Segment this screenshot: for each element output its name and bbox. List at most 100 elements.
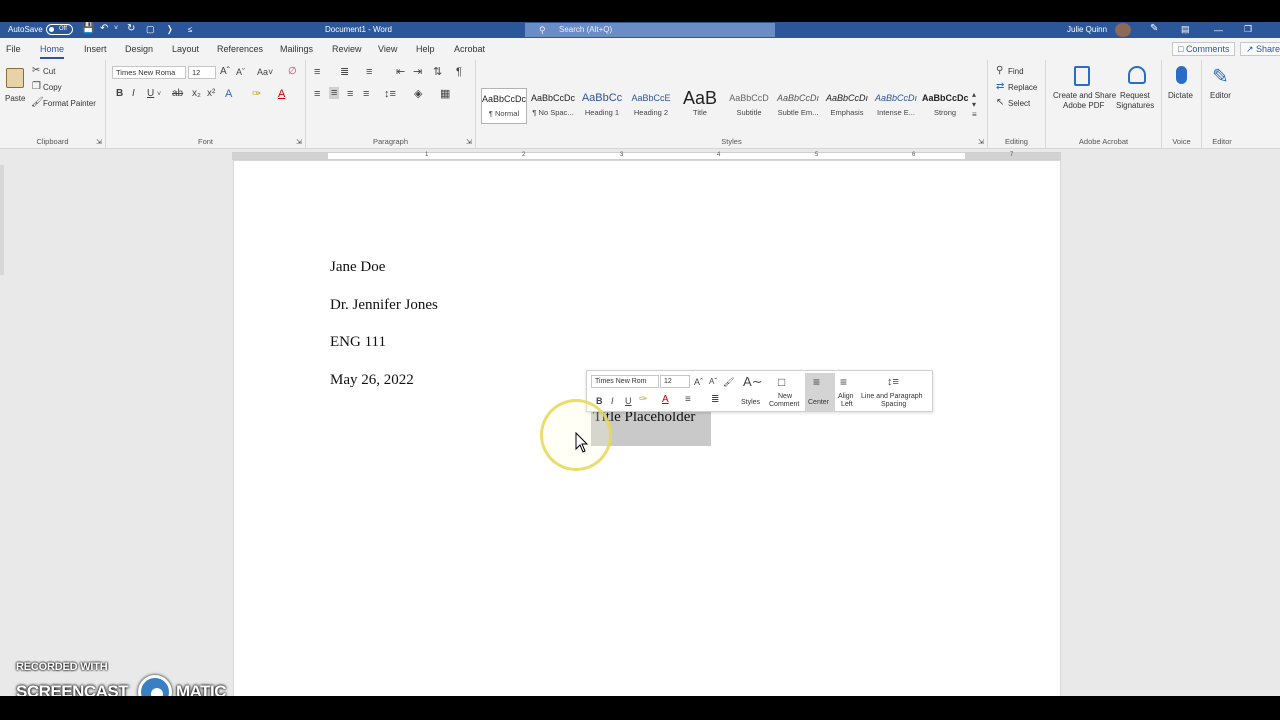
mini-italic-icon[interactable]: I: [611, 395, 614, 407]
horizontal-ruler[interactable]: 1 2 3 4 5 6 7: [232, 152, 1061, 160]
font-color-icon[interactable]: A: [278, 88, 285, 100]
find-button[interactable]: Find: [1008, 67, 1024, 76]
highlight-icon[interactable]: ✑: [252, 88, 261, 100]
text-effects-icon[interactable]: A: [225, 88, 232, 100]
copy-icon[interactable]: ❐: [32, 81, 41, 93]
align-left-icon[interactable]: ≡: [314, 88, 320, 100]
style-strong[interactable]: AaBbCcDc Strong: [922, 88, 968, 124]
minimize-icon[interactable]: —: [1214, 25, 1223, 35]
styles-dialog-launcher-icon[interactable]: ⇲: [978, 137, 984, 149]
mini-format-painter-icon[interactable]: 🖌: [723, 376, 734, 388]
subscript-icon[interactable]: x₂: [192, 88, 201, 100]
font-name-select[interactable]: Times New Roma: [112, 66, 186, 79]
grow-font-icon[interactable]: Aˆ: [220, 66, 230, 78]
document-page[interactable]: Jane Doe Dr. Jennifer Jones ENG 111 May …: [233, 160, 1061, 696]
undo-dropdown-icon[interactable]: ˅: [114, 25, 118, 32]
tab-references[interactable]: References: [217, 44, 263, 54]
comments-button[interactable]: □ Comments: [1172, 42, 1236, 56]
undo-icon[interactable]: ↶: [100, 23, 108, 34]
copy-button[interactable]: Copy: [43, 83, 62, 92]
tab-review[interactable]: Review: [332, 44, 362, 54]
style-emphasis[interactable]: AaBbCcDı Emphasis: [824, 88, 870, 124]
font-size-select[interactable]: 12: [188, 66, 216, 79]
request-signatures-button[interactable]: Request Signatures: [1116, 62, 1158, 112]
tab-file[interactable]: File: [6, 44, 21, 54]
redo-icon[interactable]: ↻: [127, 23, 135, 34]
font-dialog-launcher-icon[interactable]: ⇲: [296, 137, 302, 149]
touch-mode-icon[interactable]: ▢: [146, 24, 155, 35]
ribbon-display-icon[interactable]: ▤: [1181, 24, 1190, 35]
dialog-launcher-icon[interactable]: ⇲: [96, 137, 102, 149]
line-spacing-icon[interactable]: ↕≡: [384, 88, 396, 100]
cut-icon[interactable]: ✂: [32, 65, 40, 77]
show-formatting-icon[interactable]: ¶: [456, 66, 462, 78]
select-button[interactable]: Select: [1008, 99, 1030, 108]
tab-view[interactable]: View: [378, 44, 397, 54]
course-line[interactable]: ENG 111: [330, 334, 386, 351]
style-no-spacing[interactable]: AaBbCcDc ¶ No Spac...: [530, 88, 576, 124]
style-heading-1[interactable]: AaBbCc Heading 1: [579, 88, 625, 124]
bold-icon[interactable]: B: [116, 88, 123, 100]
mini-shrink-font-icon[interactable]: Aˇ: [709, 376, 717, 388]
style-heading-2[interactable]: AaBbCcE Heading 2: [628, 88, 674, 124]
italic-icon[interactable]: I: [132, 88, 135, 100]
dictate-button[interactable]: Dictate: [1164, 62, 1200, 112]
mini-underline-icon[interactable]: U: [625, 395, 632, 407]
date-line[interactable]: May 26, 2022: [330, 372, 414, 389]
instructor-name-line[interactable]: Dr. Jennifer Jones: [330, 297, 438, 314]
format-painter-button[interactable]: Format Painter: [43, 99, 96, 108]
tab-design[interactable]: Design: [125, 44, 153, 54]
borders-icon[interactable]: ▦: [440, 88, 450, 100]
tab-acrobat[interactable]: Acrobat: [454, 44, 485, 54]
mini-font-select[interactable]: Times New Rom: [591, 375, 659, 388]
change-case-icon[interactable]: Aa˅: [257, 66, 273, 78]
paragraph-dialog-launcher-icon[interactable]: ⇲: [466, 137, 472, 149]
bullets-icon[interactable]: ≡: [314, 66, 320, 78]
numbering-icon[interactable]: ≣: [340, 66, 349, 78]
multilevel-list-icon[interactable]: ≡: [366, 66, 372, 78]
decrease-indent-icon[interactable]: ⇤: [396, 66, 405, 78]
style-normal[interactable]: AaBbCcDc ¶ Normal: [481, 88, 527, 124]
student-name-line[interactable]: Jane Doe: [330, 259, 385, 276]
tab-help[interactable]: Help: [416, 44, 435, 54]
center-button[interactable]: ≡ Center: [805, 373, 835, 411]
mini-styles-button[interactable]: A∼ Styles: [737, 373, 767, 411]
underline-icon[interactable]: U: [147, 88, 154, 100]
line-paragraph-spacing-button[interactable]: ↕≡ Line and Paragraph Spacing: [861, 373, 931, 411]
justify-icon[interactable]: ≡: [363, 88, 369, 100]
pen-icon[interactable]: ✎: [1150, 23, 1158, 34]
align-center-icon[interactable]: ≡: [329, 87, 340, 99]
styles-scroll-icon[interactable]: ▴ ▾ ≡: [972, 90, 977, 120]
mini-font-color-icon[interactable]: A: [662, 394, 669, 406]
shading-icon[interactable]: ◈: [414, 88, 422, 100]
strikethrough-icon[interactable]: ab: [172, 88, 183, 100]
style-subtitle[interactable]: AaBbCcD Subtitle: [726, 88, 772, 124]
mini-bullets-icon[interactable]: ≡: [685, 394, 691, 406]
tab-insert[interactable]: Insert: [84, 44, 107, 54]
tab-home[interactable]: Home: [40, 44, 65, 59]
editor-button[interactable]: ✎ Editor: [1204, 62, 1240, 112]
restore-icon[interactable]: ❐: [1244, 24, 1252, 35]
style-title[interactable]: AaB Title: [677, 88, 723, 124]
style-intense-emphasis[interactable]: AaBbCcDı Intense E...: [873, 88, 919, 124]
tab-layout[interactable]: Layout: [172, 44, 199, 54]
replace-button[interactable]: Replace: [1008, 83, 1037, 92]
shrink-font-icon[interactable]: Aˇ: [236, 66, 245, 78]
find-icon[interactable]: ⚲: [996, 65, 1003, 77]
increase-indent-icon[interactable]: ⇥: [413, 66, 422, 78]
clear-formatting-icon[interactable]: ∅: [288, 66, 297, 78]
align-right-icon[interactable]: ≡: [347, 88, 353, 100]
new-comment-button[interactable]: □ New Comment: [767, 373, 803, 411]
sort-icon[interactable]: ⇅: [433, 66, 442, 78]
create-share-pdf-button[interactable]: Create and Share Adobe PDF: [1050, 62, 1116, 112]
user-name[interactable]: Julie Quinn: [1067, 25, 1107, 34]
select-icon[interactable]: ↖: [996, 97, 1004, 109]
search-box[interactable]: ⚲ Search (Alt+Q): [525, 23, 775, 37]
read-aloud-icon[interactable]: ❭: [166, 24, 174, 35]
align-left-button[interactable]: ≡ Align Left: [837, 373, 859, 411]
mini-grow-font-icon[interactable]: Aˆ: [694, 376, 703, 388]
customize-toolbar-icon[interactable]: ≤: [188, 25, 192, 34]
tab-mailings[interactable]: Mailings: [280, 44, 313, 54]
share-button[interactable]: ↗ Share: [1240, 42, 1280, 56]
cut-button[interactable]: Cut: [43, 67, 55, 76]
